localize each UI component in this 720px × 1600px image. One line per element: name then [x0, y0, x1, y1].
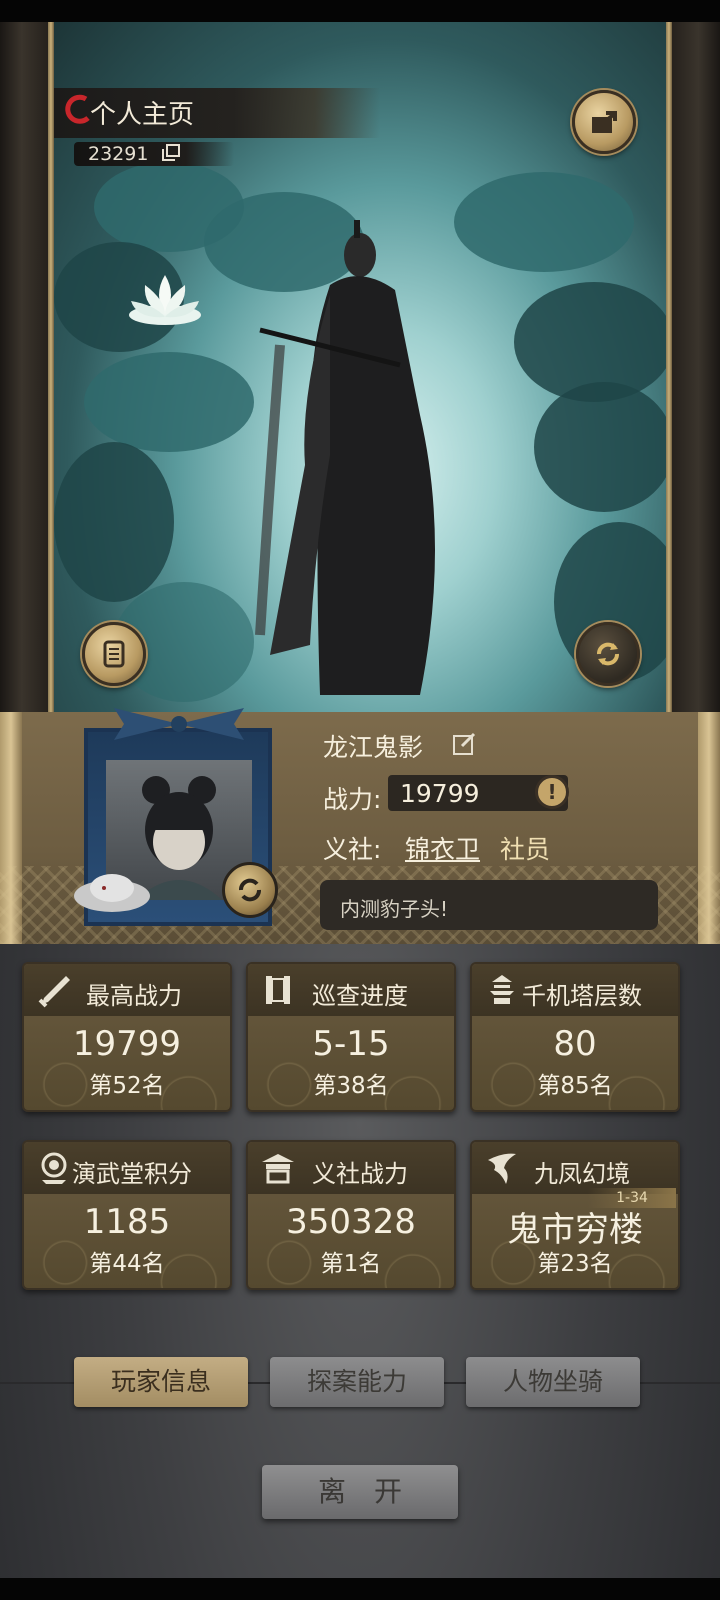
rabbit-pet-icon — [74, 874, 150, 912]
stat-rank: 第44名 — [89, 1251, 165, 1277]
stat-rank: 第1名 — [320, 1251, 382, 1277]
stat-title: 义社战力 — [312, 1160, 408, 1188]
share-icon — [592, 111, 617, 133]
change-avatar-button[interactable] — [222, 862, 278, 918]
tab-character-mounts[interactable]: 人物坐骑 — [466, 1357, 640, 1407]
sword-icon — [38, 976, 70, 1008]
signature-text: 内测豹子头! — [340, 897, 449, 921]
power-info-icon[interactable]: ! — [535, 775, 569, 809]
edit-name-icon[interactable] — [452, 730, 478, 756]
swap-outfit-button[interactable] — [576, 622, 640, 686]
stat-rank: 第85名 — [537, 1073, 613, 1099]
stat-card-tower-floors[interactable]: 千机塔层数 80 第85名 — [470, 962, 680, 1112]
pagoda-icon — [490, 975, 514, 1004]
stat-card-martial-hall[interactable]: 演武堂积分 1185 第44名 — [22, 1140, 232, 1290]
page-title: 个人主页 — [90, 100, 195, 130]
tab-investigation-ability[interactable]: 探案能力 — [270, 1357, 444, 1407]
stat-card-guild-power[interactable]: 义社战力 350328 第1名 — [246, 1140, 456, 1290]
refresh-icon — [239, 878, 261, 902]
guild-role: 社员 — [500, 835, 551, 864]
profile-screen: 个人主页 23291 龙江鬼影 战力: 19799 ! 义社: 锦衣卫 社员 内… — [0, 0, 720, 1600]
right-frame — [666, 22, 720, 742]
guild-label: 义社: — [323, 835, 382, 864]
stat-value: 19799 — [72, 1024, 182, 1064]
left-frame — [0, 22, 54, 742]
power-label: 战力: — [323, 785, 382, 814]
archive-button[interactable] — [82, 622, 146, 686]
stat-title: 最高战力 — [86, 982, 182, 1010]
status-bar — [0, 0, 720, 22]
stat-card-patrol-progress[interactable]: 巡查进度 5-15 第38名 — [246, 962, 456, 1112]
stat-rank: 第52名 — [89, 1073, 165, 1099]
stat-value: 350328 — [286, 1202, 416, 1242]
medal-icon — [41, 1152, 67, 1184]
copy-icon[interactable] — [160, 143, 182, 163]
player-id: 23291 — [88, 143, 149, 165]
stat-rank: 第38名 — [313, 1073, 389, 1099]
leave-button[interactable]: 离开 — [262, 1465, 458, 1519]
scroll-box-icon — [103, 640, 125, 668]
stat-title: 九凤幻境 — [534, 1160, 630, 1188]
lotus-flower-icon — [129, 275, 201, 325]
share-button[interactable] — [572, 90, 636, 154]
ribbon-bow-icon — [114, 708, 244, 740]
tab-player-info[interactable]: 玩家信息 — [74, 1357, 248, 1407]
stat-value: 5-15 — [312, 1024, 390, 1064]
stat-value: 1185 — [83, 1202, 171, 1242]
stat-card-highest-power[interactable]: 最高战力 19799 第52名 — [22, 962, 232, 1112]
stat-rank: 第23名 — [537, 1251, 613, 1277]
hall-icon — [262, 1154, 294, 1184]
character-figure — [255, 220, 435, 695]
stat-title: 巡查进度 — [312, 982, 408, 1010]
phoenix-icon — [488, 1153, 516, 1184]
scroll-icon — [266, 976, 290, 1004]
player-name: 龙江鬼影 — [323, 733, 424, 762]
stat-title: 千机塔层数 — [522, 982, 642, 1010]
refresh-icon — [597, 642, 619, 666]
guild-name-link[interactable]: 锦衣卫 — [405, 830, 480, 866]
stat-value: 80 — [553, 1024, 597, 1064]
nav-bar — [0, 1578, 720, 1600]
stat-card-phoenix-realm[interactable]: 九凤幻境 1-34 鬼市穷楼 第23名 — [470, 1140, 680, 1290]
stat-title: 演武堂积分 — [72, 1160, 192, 1188]
power-value: 19799 — [400, 779, 480, 808]
